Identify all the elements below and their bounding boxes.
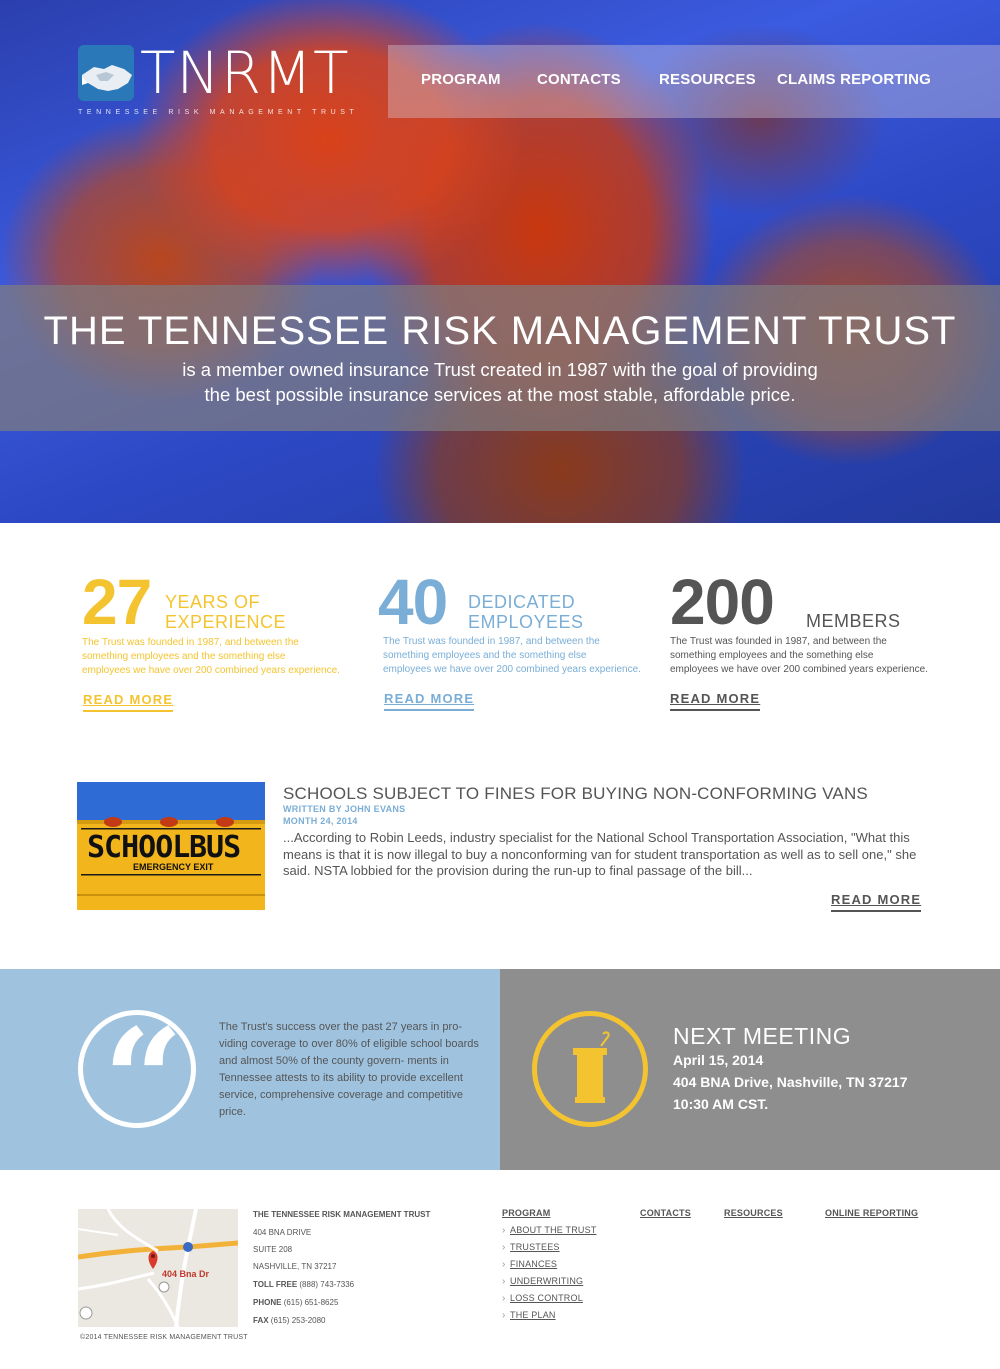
thumb-text-school: SCHOOL [87,830,190,865]
meeting-title: NEXT MEETING [673,1023,852,1049]
stat-label: YEARS OF EXPERIENCE [165,592,286,632]
hero-section: TNRMT TENNESSEE RISK MANAGEMENT TRUST PR… [0,0,1000,523]
footer-item-finances[interactable]: › FINANCES [502,1259,557,1270]
stat-label: MEMBERS [806,611,901,631]
stat-label-line1: YEARS OF [165,592,261,612]
stat-desc-line3: employees we have over 200 combined year… [82,665,340,676]
article-author: WRITTEN BY JOHN EVANS [283,804,406,814]
article-date: MONTH 24, 2014 [283,816,358,826]
read-more-link[interactable]: READ MORE [670,691,761,711]
hero-subtitle: is a member owned insurance Trust create… [150,357,850,407]
stat-desc-line1: The Trust was founded in 1987, and betwe… [670,636,887,647]
footer-org-name: THE TENNESSEE RISK MANAGEMENT TRUST [253,1210,431,1219]
read-more-link[interactable]: READ MORE [384,691,475,711]
article-title[interactable]: SCHOOLS SUBJECT TO FINES FOR BUYING NON-… [283,784,868,804]
footer-online-reporting-link[interactable]: ONLINE REPORTING [825,1208,918,1218]
handshake-icon [78,45,134,101]
thumb-text-bus: BUS [189,830,241,865]
stat-description: The Trust was founded in 1987, and betwe… [82,636,347,678]
chevron-right-icon: › [502,1242,506,1253]
stat-desc-line3: employees we have over 200 combined year… [383,664,641,675]
chevron-right-icon: › [502,1293,506,1304]
stat-label-line2: EMPLOYEES [468,612,584,632]
copyright: ©2014 TENNESSEE RISK MANAGEMENT TRUST [80,1334,248,1341]
article-read-more[interactable]: READ MORE [831,892,922,912]
hero-title: THE TENNESSEE RISK MANAGEMENT TRUST [43,309,957,353]
read-more-link[interactable]: READ MORE [83,692,174,712]
stat-desc-line2: something employees and the something el… [670,650,874,661]
footer-street: 404 BNA DRIVE [253,1228,312,1237]
fax-number: (615) 253-2080 [270,1316,326,1325]
chevron-right-icon: › [502,1225,506,1236]
chevron-right-icon: › [502,1259,506,1270]
nav-program[interactable]: PROGRAM [421,71,501,88]
tollfree-label: TOLL FREE [253,1280,298,1289]
location-map[interactable]: 404 Bna Dr [78,1209,238,1327]
footer-item-underwriting[interactable]: › UNDERWRITING [502,1276,583,1287]
footer-resources-link[interactable]: RESOURCES [724,1208,783,1218]
stat-desc-line3: employees we have over 200 combined year… [670,664,928,675]
footer-phone: PHONE (615) 651-8625 [253,1298,338,1307]
tollfree-number[interactable]: (888) 743-7336 [299,1280,354,1289]
footer-item-label: LOSS CONTROL [510,1293,583,1303]
footer-fax: FAX (615) 253-2080 [253,1316,326,1325]
fax-label: FAX [253,1316,269,1325]
quote-mark: “ [103,999,184,1163]
footer-item-about[interactable]: › ABOUT THE TRUST [502,1225,597,1236]
footer-city: NASHVILLE, TN 37217 [253,1262,337,1271]
map-pin-label: 404 Bna Dr [162,1269,210,1279]
footer-contacts-link[interactable]: CONTACTS [640,1208,691,1218]
meeting-address: 404 BNA Drive, Nashville, TN 37217 [673,1074,908,1090]
stat-number: 27 [82,566,152,638]
footer-item-label: FINANCES [510,1259,558,1269]
footer-item-loss-control[interactable]: › LOSS CONTROL [502,1293,583,1304]
article-thumbnail[interactable]: SCHOOL BUS EMERGENCY EXIT [77,782,265,910]
logo-wordmark: TNRMT [140,39,350,107]
podium-icon [532,1011,648,1127]
stat-desc-line2: something employees and the something el… [383,650,587,661]
footer-item-trustees[interactable]: › TRUSTEES [502,1242,560,1253]
logo-tagline: TENNESSEE RISK MANAGEMENT TRUST [78,109,359,116]
stat-description: The Trust was founded in 1987, and betwe… [670,635,935,677]
hero-subtitle-line2: the best possible insurance services at … [204,384,796,405]
quote-icon: “ [78,1010,196,1151]
footer-tollfree: TOLL FREE (888) 743-7336 [253,1280,354,1289]
site-logo[interactable]: TNRMT TENNESSEE RISK MANAGEMENT TRUST [78,41,359,120]
footer-suite: SUITE 208 [253,1245,293,1254]
quote-text: The Trust's success over the past 27 yea… [219,1021,479,1118]
stat-description: The Trust was founded in 1987, and betwe… [383,635,648,677]
footer-program-link[interactable]: PROGRAM [502,1208,550,1218]
stat-label-line1: DEDICATED [468,592,576,612]
stat-label-line1: MEMBERS [806,611,901,631]
article-excerpt: ...According to Robin Leeds, industry sp… [283,830,917,878]
nav-contacts[interactable]: CONTACTS [537,71,621,88]
phone-number[interactable]: (615) 651-8625 [284,1298,339,1307]
stat-number: 40 [378,566,448,638]
phone-label: PHONE [253,1298,282,1307]
footer-item-label: ABOUT THE TRUST [510,1225,597,1235]
hero-banner: THE TENNESSEE RISK MANAGEMENT TRUST is a… [0,285,1000,431]
hero-subtitle-line1: is a member owned insurance Trust create… [182,359,818,380]
footer-item-label: THE PLAN [510,1310,556,1320]
stat-number: 200 [670,566,775,638]
thumb-text-exit: EMERGENCY EXIT [133,862,214,872]
meeting-time: 10:30 AM CST. [673,1096,769,1112]
nav-resources[interactable]: RESOURCES [659,71,756,88]
nav-claims-reporting[interactable]: CLAIMS REPORTING [777,71,931,88]
chevron-right-icon: › [502,1276,506,1287]
main-nav: PROGRAM CONTACTS RESOURCES CLAIMS REPORT… [388,45,1000,118]
stat-label-line2: EXPERIENCE [165,612,287,632]
stat-desc-line1: The Trust was founded in 1987, and betwe… [383,636,600,647]
stat-desc-line2: something employees and the something el… [82,651,286,662]
chevron-right-icon: › [502,1310,506,1321]
footer-item-label: TRUSTEES [510,1242,560,1252]
stat-label: DEDICATED EMPLOYEES [468,592,584,632]
meeting-date: April 15, 2014 [673,1052,764,1068]
footer-item-the-plan[interactable]: › THE PLAN [502,1310,556,1321]
footer-item-label: UNDERWRITING [510,1276,584,1286]
stat-desc-line1: The Trust was founded in 1987, and betwe… [82,637,299,648]
